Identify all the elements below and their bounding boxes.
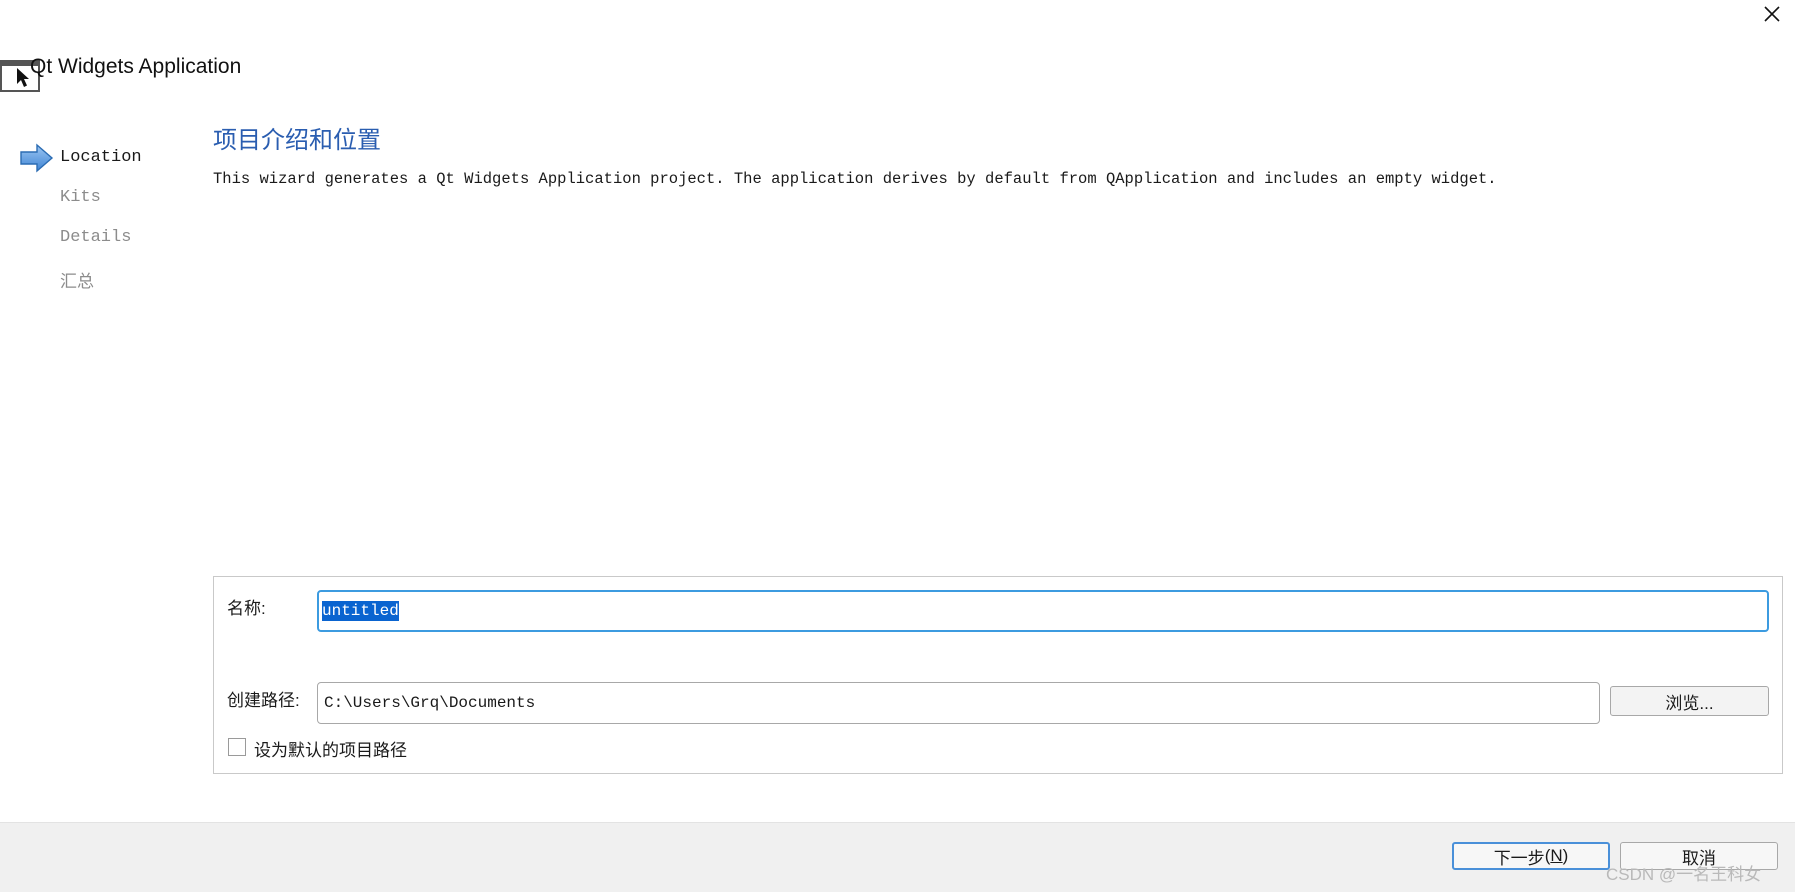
create-path-input[interactable]: C:\Users\Grq\Documents [317, 682, 1600, 724]
browse-button[interactable]: 浏览... [1610, 686, 1769, 716]
arrow-right-icon [20, 143, 54, 173]
watermark: CSDN @一名王科女 [1606, 865, 1762, 884]
path-label: 创建路径: [227, 691, 300, 710]
step-summary: 汇总 [60, 274, 94, 293]
step-details: Details [60, 228, 132, 247]
close-icon [1764, 6, 1780, 22]
project-name-input[interactable]: untitled [317, 590, 1769, 632]
step-location: Location [60, 148, 142, 167]
page-title: 项目介绍和位置 [213, 127, 381, 154]
step-kits: Kits [60, 188, 101, 207]
window-title: Qt Widgets Application [30, 55, 242, 78]
new-project-wizard: Qt Widgets Application Location Kits Det… [0, 0, 1795, 892]
close-button[interactable] [1756, 0, 1788, 28]
name-label: 名称: [227, 599, 266, 618]
next-button-label: 下一步 [1493, 848, 1545, 868]
default-path-checkbox[interactable] [228, 738, 246, 756]
selected-text: untitled [322, 601, 399, 621]
page-description: This wizard generates a Qt Widgets Appli… [213, 170, 1497, 188]
next-shortcut: N [1550, 846, 1563, 865]
next-button[interactable]: 下一步(N) [1452, 842, 1610, 870]
default-path-checkbox-label: 设为默认的项目路径 [254, 741, 407, 760]
